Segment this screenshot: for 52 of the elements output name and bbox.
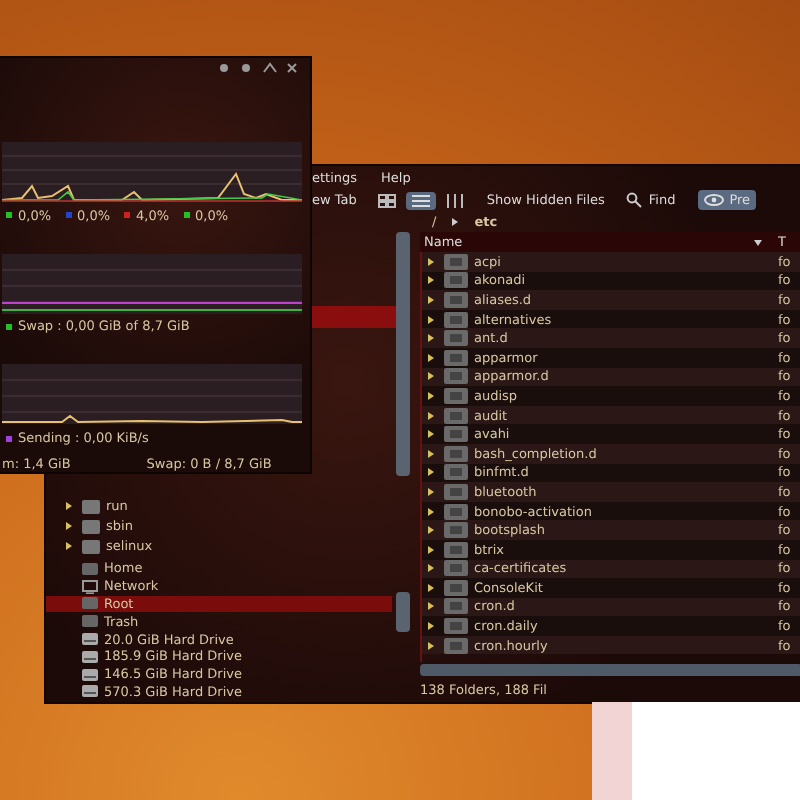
folder-icon	[444, 349, 468, 366]
expand-arrow-icon	[428, 372, 434, 381]
scrollbar[interactable]	[420, 664, 800, 676]
folder-icon	[444, 330, 468, 347]
folder-icon	[444, 426, 468, 443]
expand-arrow-icon	[428, 353, 434, 362]
expand-arrow-icon	[428, 487, 434, 496]
expand-arrow-icon	[428, 564, 434, 573]
view-mode-button[interactable]	[406, 191, 437, 209]
folder-icon	[444, 272, 468, 289]
expand-arrow-icon	[428, 391, 434, 400]
folder-icon	[444, 464, 468, 481]
search-icon	[626, 192, 643, 208]
expand-arrow-icon	[428, 449, 434, 458]
expand-arrow-icon	[428, 430, 434, 439]
monitor-icon	[82, 579, 98, 594]
folder-icon	[444, 618, 468, 635]
expand-arrow-icon	[428, 257, 434, 266]
expand-arrow-icon	[428, 334, 434, 343]
expand-arrow-icon	[428, 622, 434, 631]
eye-icon	[703, 194, 724, 206]
folder-icon	[444, 522, 468, 539]
breadcrumb-arrow-icon	[452, 218, 459, 226]
folder-icon	[444, 407, 468, 424]
expand-arrow-icon	[428, 468, 434, 477]
folder-icon	[444, 253, 468, 270]
sort-arrow-icon	[754, 239, 762, 245]
expand-arrow-icon	[428, 545, 434, 554]
expand-arrow-icon	[66, 542, 72, 550]
scrollbar[interactable]	[396, 592, 410, 632]
expand-arrow-icon	[428, 276, 434, 285]
folder-icon	[444, 579, 468, 596]
folder-icon	[444, 483, 468, 500]
expand-arrow-icon	[428, 602, 434, 611]
folder-icon	[444, 387, 468, 404]
expand-arrow-icon	[66, 502, 72, 510]
expand-arrow-icon	[66, 522, 72, 530]
expand-arrow-icon	[428, 583, 434, 592]
folder-icon	[444, 541, 468, 558]
window-controls-icon[interactable]	[218, 61, 298, 74]
folder-icon	[444, 637, 468, 654]
folder-icon	[444, 560, 468, 577]
expand-arrow-icon	[428, 295, 434, 304]
folder-icon	[444, 368, 468, 385]
folder-icon	[444, 445, 468, 462]
folder-icon	[444, 291, 468, 308]
expand-arrow-icon	[428, 526, 434, 535]
folder-icon	[444, 503, 468, 520]
expand-arrow-icon	[428, 641, 434, 650]
scrollbar[interactable]	[396, 232, 410, 476]
folder-icon	[444, 598, 468, 615]
folder-icon	[444, 311, 468, 328]
